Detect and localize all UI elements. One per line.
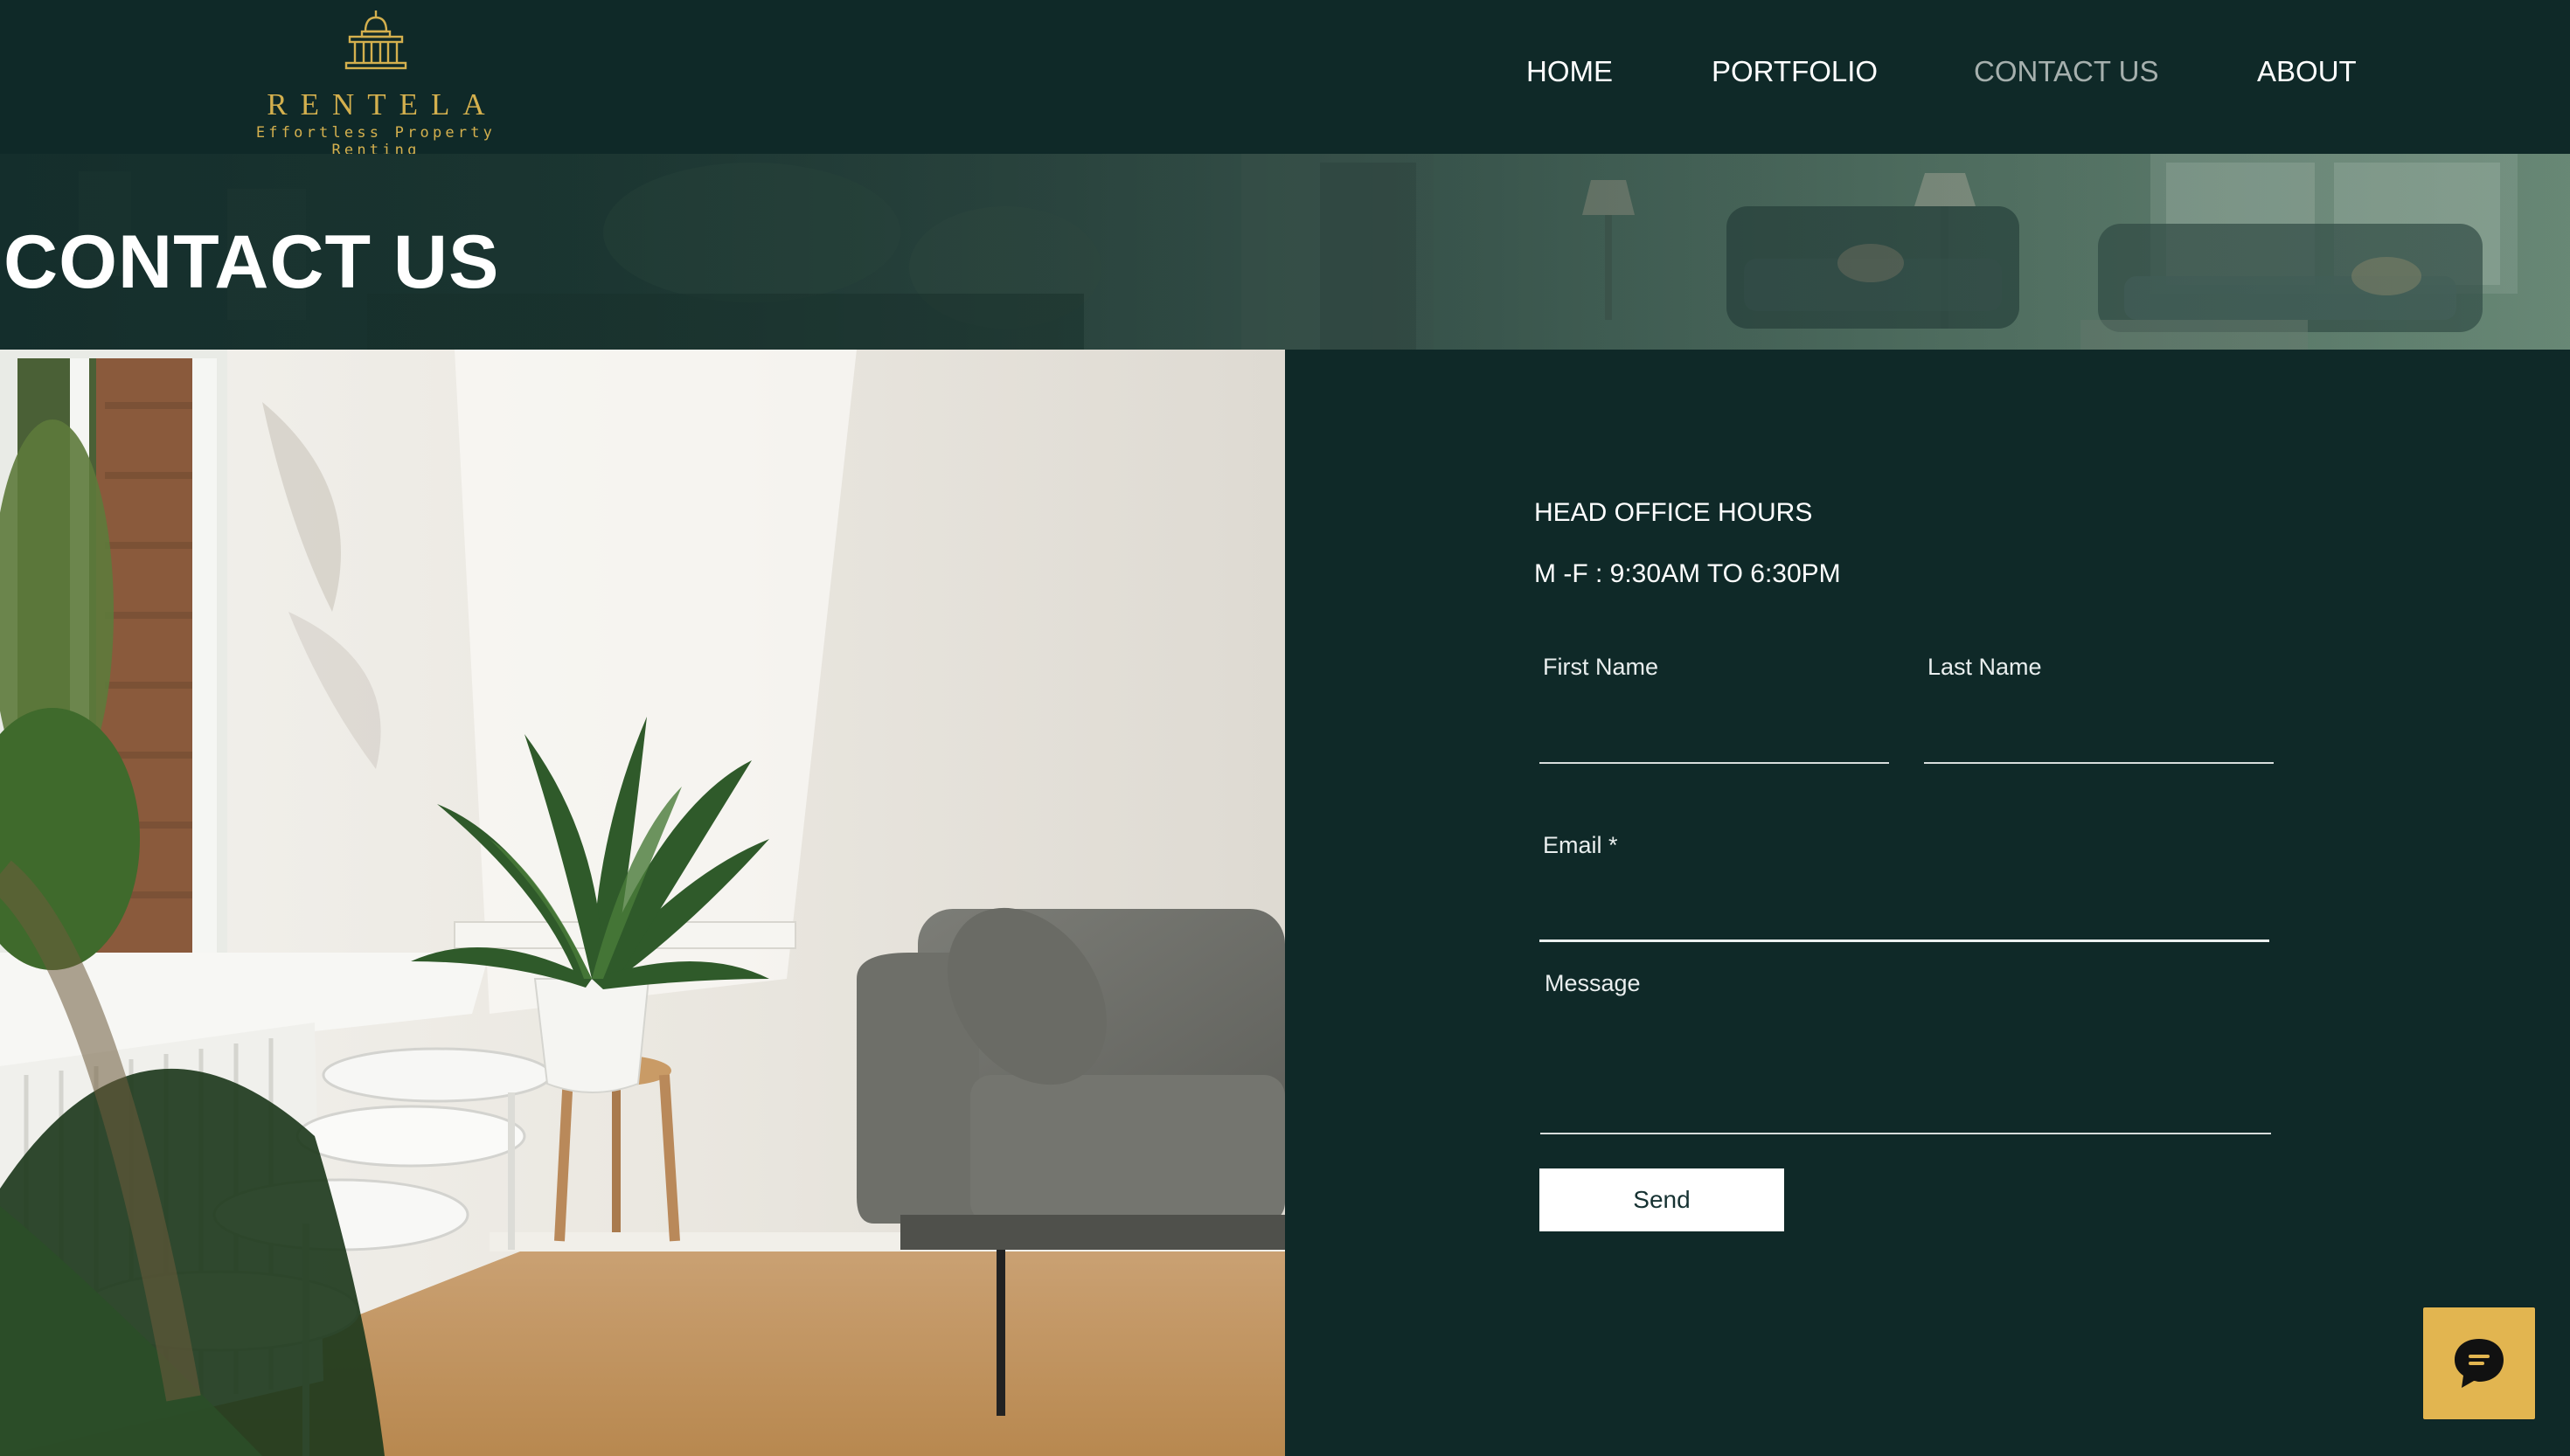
first-name-field[interactable] <box>1539 690 1889 764</box>
brand-logo[interactable]: RENTELA Effortless Property Renting <box>219 9 533 159</box>
nav-portfolio[interactable]: PORTFOLIO <box>1712 52 1878 91</box>
chat-bubble-icon <box>2455 1339 2504 1388</box>
office-hours-text: M -F : 9:30AM TO 6:30PM <box>1534 559 1841 588</box>
living-room-photo-image <box>0 350 1285 1456</box>
site-header: RENTELA Effortless Property Renting HOME… <box>0 0 2570 159</box>
office-hours-title: HEAD OFFICE HOURS <box>1534 498 1813 527</box>
room-photo <box>0 350 1285 1456</box>
hero-banner: CONTACT US <box>0 154 2570 350</box>
contact-panel: HEAD OFFICE HOURS M -F : 9:30AM TO 6:30P… <box>1285 350 2570 1456</box>
first-name-label: First Name <box>1543 654 1659 680</box>
send-button[interactable]: Send <box>1539 1168 1784 1231</box>
message-field[interactable] <box>1540 1005 2271 1134</box>
email-field[interactable] <box>1539 869 2269 942</box>
capitol-building-icon <box>344 10 407 70</box>
last-name-field[interactable] <box>1924 690 2274 764</box>
nav-contact-us[interactable]: CONTACT US <box>1974 52 2158 91</box>
nav-home[interactable]: HOME <box>1526 52 1613 91</box>
brand-name: RENTELA <box>267 87 498 121</box>
message-label: Message <box>1545 970 1641 996</box>
chat-widget-button[interactable] <box>2423 1307 2535 1419</box>
last-name-label: Last Name <box>1928 654 2042 680</box>
nav-about[interactable]: ABOUT <box>2257 52 2357 91</box>
page-title: CONTACT US <box>3 220 500 304</box>
email-label: Email * <box>1543 832 1618 858</box>
